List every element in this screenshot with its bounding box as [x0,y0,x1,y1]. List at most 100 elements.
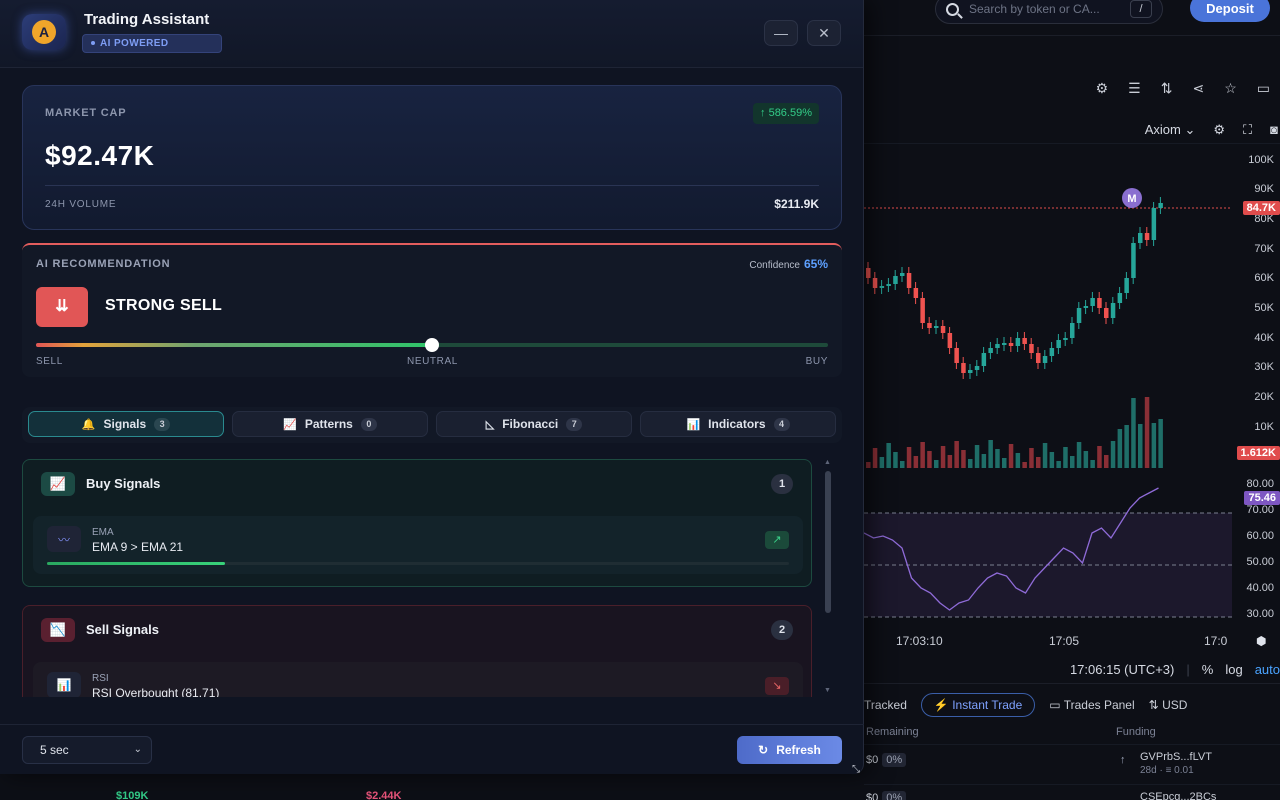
fullscreen-icon[interactable]: ⛶ [1243,122,1252,138]
volume-bar [1008,444,1014,468]
col-funding: Funding [1116,726,1156,738]
settings-icon[interactable]: ⚙ [1096,80,1109,97]
minimize-button[interactable]: — [764,20,798,46]
scrollbar[interactable]: ▲ ▼ [824,459,832,697]
trend-down-icon: ↘ [765,677,789,695]
tab-tracked[interactable]: Tracked [864,698,907,712]
candle [1008,343,1014,346]
volume-bar [1070,456,1075,468]
candle [947,333,953,348]
app-logo: A [22,14,66,50]
signal-item[interactable]: 〰 EMA EMA 9 > EMA 21 ↗ [33,516,803,574]
ai-powered-badge: AI POWERED [82,34,222,53]
volume-bar [1029,448,1034,468]
log-toggle[interactable]: log [1225,662,1242,677]
candle [1110,303,1116,318]
percent-toggle[interactable]: % [1202,662,1214,677]
tab-fibonacci[interactable]: ◺ Fibonacci 7 [436,411,632,437]
currency-toggle[interactable]: ⇅ USD [1149,698,1188,712]
refresh-button[interactable]: ↻ Refresh [737,736,842,764]
volume-bar [1076,442,1082,468]
candle [968,370,973,373]
volume-bar [988,440,993,468]
candle [988,348,993,353]
volume-bar [1138,424,1143,468]
star-icon[interactable]: ☆ [1224,80,1237,97]
candle [1049,348,1055,356]
last-price-tag: 84.7K [1242,201,1280,215]
remaining-value: $0 0% [866,791,907,800]
camera-icon[interactable]: ◙ [1270,122,1278,137]
scroll-down-icon[interactable]: ▼ [824,687,831,694]
swap-icon[interactable]: ⇅ [1161,80,1173,97]
scroll-up-icon[interactable]: ▲ [824,459,831,466]
divider: | [1186,662,1190,677]
remaining-amount: $0 [866,792,879,800]
tab-signals[interactable]: 🔔 Signals 3 [28,411,224,437]
close-button[interactable]: ✕ [807,20,841,46]
candle [866,268,871,278]
chart-source-select[interactable]: Axiom ⌄ [1145,122,1196,138]
tab-indicators[interactable]: 📊 Indicators 4 [640,411,836,437]
list-icon[interactable]: ☰ [1128,80,1141,97]
under-value-green: $109K [116,790,149,800]
remaining-value: $0 0% [866,753,907,767]
share-icon[interactable]: ⋖ [1192,80,1204,97]
sentiment-meter [36,338,828,352]
gear-icon[interactable]: ⚙ [1213,122,1225,138]
candle [1124,278,1129,293]
panel-header[interactable]: A Trading Assistant AI POWERED — ✕ [0,0,863,68]
volume-bar [995,449,1000,468]
volume-bar [934,460,939,468]
candle [1042,356,1048,363]
volume-value: $211.9K [774,197,819,211]
search-icon [946,2,959,16]
panel-icon[interactable]: ▭ [1257,80,1270,97]
candle [1063,338,1068,340]
auto-toggle[interactable]: auto [1255,662,1280,677]
candle [1138,233,1143,243]
token-search[interactable]: Search by token or CA... / [935,0,1163,24]
rsi-tick: 50.00 [1246,556,1274,568]
price-chart[interactable]: M [864,148,1232,628]
signal-strength-fill [47,562,226,565]
volume-bar [1090,460,1095,468]
refresh-interval-select[interactable]: 5 sec ⌄ [22,736,152,764]
price-tick: 90K [1254,183,1274,195]
chart-toolbar: ⚙ ☰ ⇅ ⋖ ☆ ▭ [864,68,1280,108]
time-axis: 17:03:10 17:05 17:0 ⬢ [864,630,1280,654]
panel-title: Trading Assistant [84,11,210,28]
sell-signals-group: 📉 Sell Signals 2 📊 RSI RSI Overbought (8… [22,605,812,697]
screen: Search by token or CA... / Deposit ⚙ ☰ ⇅… [0,0,1280,800]
window-icon: ▭ [1049,698,1061,712]
price-tick: 70K [1254,243,1274,255]
table-row[interactable]: $0 0% ↑ GVPrbS...fLVT 28d · ≡ 0.01 [864,744,1280,784]
trend-up-icon: ↗ [765,531,789,549]
price-tick: 30K [1254,361,1274,373]
buy-signals-group: 📈 Buy Signals 1 〰 EMA EMA 9 > EMA 21 ↗ [22,459,812,587]
table-row[interactable]: $0 0% CSEpcg...2BCs [864,784,1280,800]
tab-patterns[interactable]: 📈 Patterns 0 [232,411,428,437]
candle [893,276,898,284]
volume-bar [1036,457,1041,468]
remaining-pct: 0% [882,753,907,767]
marker-label: M [1127,193,1136,205]
col-remaining: Remaining [866,726,919,738]
scrollbar-thumb[interactable] [825,471,831,613]
resize-handle-icon[interactable]: ⤡ [852,764,860,775]
group-title: Buy Signals [86,476,161,491]
deposit-button[interactable]: Deposit [1190,0,1270,22]
hexagon-icon[interactable]: ⬢ [1256,634,1266,648]
volume-bar [866,462,871,468]
tab-trades-panel[interactable]: ▭ Trades Panel [1049,698,1134,712]
tab-instant-trade[interactable]: ⚡ Instant Trade [920,693,1036,717]
remaining-pct: 0% [882,791,907,800]
tab-label: Signals [103,417,147,431]
signal-item[interactable]: 📊 RSI RSI Overbought (81.71) ↘ [33,662,803,697]
candle [954,348,959,363]
analysis-tabs: 🔔 Signals 3 📈 Patterns 0 ◺ Fibonacci 7 📊… [22,407,842,443]
volume-bar [1110,441,1116,468]
signals-list[interactable]: 📈 Buy Signals 1 〰 EMA EMA 9 > EMA 21 ↗ 📉… [22,459,822,697]
strong-sell-icon: ⇊ [36,287,88,327]
candle [1158,203,1163,208]
